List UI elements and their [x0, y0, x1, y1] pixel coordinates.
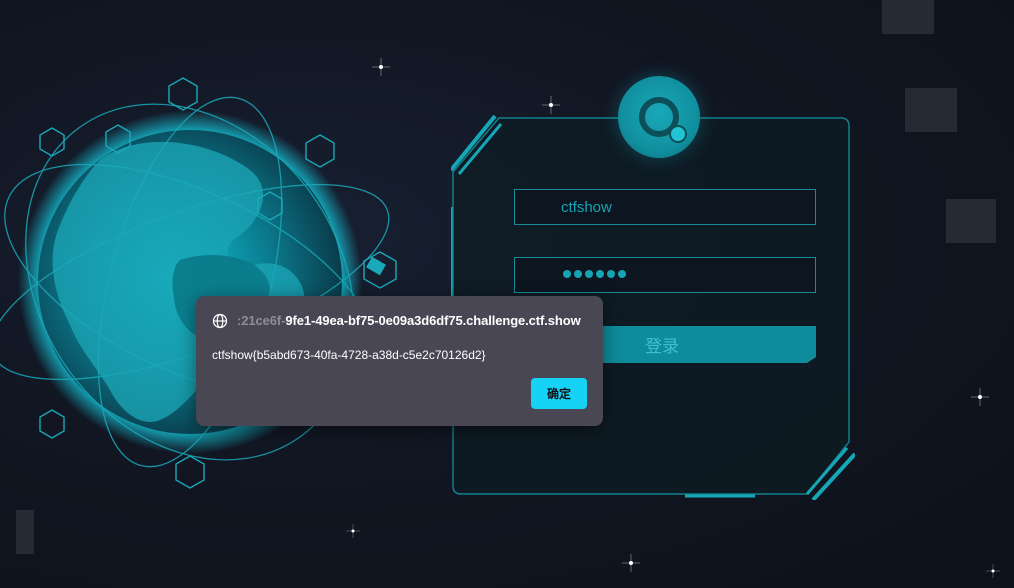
password-input[interactable]	[514, 257, 816, 293]
logo-dot	[669, 125, 687, 143]
dialog-message: ctfshow{b5abd673-40fa-4728-a38d-c5e2c701…	[212, 348, 486, 362]
site-logo	[618, 76, 700, 158]
alert-dialog: :21ce6f-9fe1-49ea-bf75-0e09a3d6df75.chal…	[196, 296, 603, 426]
sparkle-decoration	[622, 554, 640, 572]
sparkle-decoration	[986, 564, 1000, 578]
dialog-origin: :21ce6f-9fe1-49ea-bf75-0e09a3d6df75.chal…	[237, 313, 581, 328]
bg-square	[946, 199, 996, 243]
bg-square	[882, 0, 934, 34]
username-value: ctfshow	[561, 199, 612, 216]
dialog-origin-prefix: :21ce6f-	[237, 313, 286, 328]
bg-square	[16, 510, 34, 554]
bg-square	[905, 88, 957, 132]
dialog-origin-host: 9fe1-49ea-bf75-0e09a3d6df75.challenge.ct…	[285, 313, 581, 328]
ok-button[interactable]: 确定	[531, 378, 587, 409]
username-input[interactable]: ctfshow	[514, 189, 816, 225]
sparkle-decoration	[971, 388, 989, 406]
globe-icon	[212, 313, 228, 329]
password-mask	[563, 270, 626, 278]
sparkle-decoration	[346, 524, 360, 538]
globe-illustration	[0, 77, 397, 489]
